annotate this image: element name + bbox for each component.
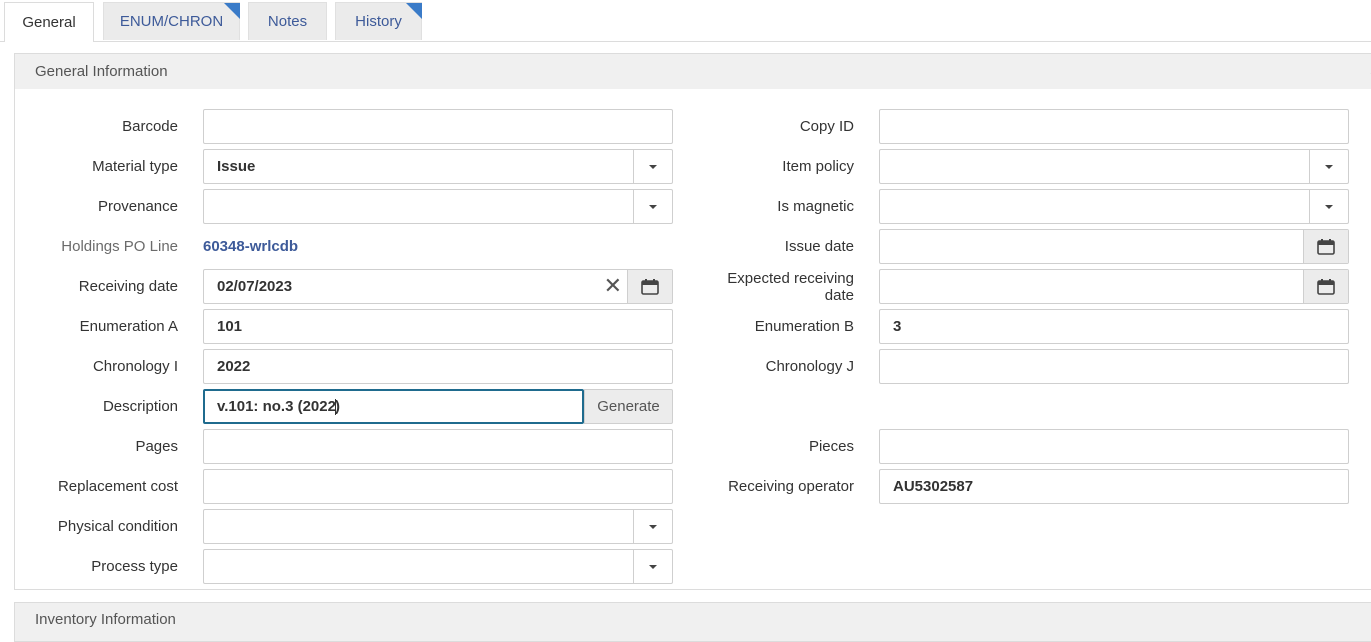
expected-receiving-date-label: Expected receiving date	[727, 269, 854, 304]
flag-corner-icon	[406, 3, 422, 19]
holdings-po-line-label: Holdings PO Line	[61, 238, 178, 255]
dropdown-button[interactable]	[633, 150, 672, 183]
chevron-down-icon	[649, 204, 657, 209]
enumeration-a-value: 101	[217, 318, 243, 335]
tab-general[interactable]: General	[4, 2, 94, 42]
material-type-label: Material type	[92, 158, 178, 175]
tab-label: Notes	[267, 13, 308, 30]
material-type-value: Issue	[217, 158, 256, 175]
inventory-information-panel[interactable]: Inventory Information	[14, 602, 1371, 642]
tab-label: General	[22, 14, 76, 31]
calendar-icon	[1317, 278, 1335, 295]
enumeration-b-value: 3	[893, 318, 902, 335]
pieces-label: Pieces	[808, 438, 854, 455]
physical-condition-select[interactable]	[203, 509, 673, 544]
pieces-input[interactable]	[879, 429, 1349, 464]
pages-label: Pages	[135, 438, 178, 455]
description-input[interactable]: v.101: no.3 (2022)	[203, 389, 584, 424]
issue-date-input[interactable]	[879, 229, 1349, 264]
chevron-down-icon	[649, 524, 657, 529]
receiving-date-input[interactable]: 02/07/2023 ✕	[203, 269, 673, 304]
section-header[interactable]: General Information ⌄	[15, 54, 1371, 89]
is-magnetic-label: Is magnetic	[777, 198, 854, 215]
calendar-button[interactable]	[1303, 270, 1348, 303]
replacement-cost-input[interactable]	[203, 469, 673, 504]
issue-date-label: Issue date	[784, 238, 854, 255]
provenance-label: Provenance	[97, 198, 178, 215]
holdings-po-line-link[interactable]: 60348-wrlcdb	[203, 238, 298, 255]
close-icon[interactable]: ✕	[604, 275, 622, 297]
dropdown-button[interactable]	[1309, 150, 1348, 183]
description-label: Description	[102, 398, 178, 415]
receiving-date-value: 02/07/2023	[217, 278, 293, 295]
receiving-date-label: Receiving date	[78, 278, 178, 295]
expected-receiving-date-input[interactable]	[879, 269, 1349, 304]
dropdown-button[interactable]	[633, 190, 672, 223]
copy-id-label: Copy ID	[799, 118, 854, 135]
process-type-label: Process type	[91, 558, 178, 575]
receiving-operator-value: AU5302587	[893, 478, 974, 495]
chronology-i-input[interactable]: 2022	[203, 349, 673, 384]
barcode-label: Barcode	[122, 118, 178, 135]
enumeration-a-label: Enumeration A	[79, 318, 178, 335]
tab-bar: General ENUM/CHRON Notes History	[0, 0, 1371, 42]
barcode-input[interactable]	[203, 109, 673, 144]
calendar-icon	[641, 278, 659, 295]
chevron-down-icon	[1325, 204, 1333, 209]
calendar-button[interactable]	[1303, 230, 1348, 263]
description-text-end: )	[334, 397, 340, 415]
description-value: v.101: no.3 (2022)	[205, 397, 582, 416]
copy-id-input[interactable]	[879, 109, 1349, 144]
provenance-select[interactable]	[203, 189, 673, 224]
replacement-cost-label: Replacement cost	[57, 478, 178, 495]
dropdown-button[interactable]	[633, 550, 672, 583]
section-title: General Information	[35, 63, 168, 80]
tab-label: History	[355, 13, 402, 30]
item-policy-select[interactable]	[879, 149, 1349, 184]
enumeration-a-input[interactable]: 101	[203, 309, 673, 344]
chevron-down-icon	[649, 164, 657, 169]
material-type-select[interactable]: Issue	[203, 149, 673, 184]
dropdown-button[interactable]	[633, 510, 672, 543]
receiving-operator-input[interactable]: AU5302587	[879, 469, 1349, 504]
receiving-operator-label: Receiving operator	[728, 478, 854, 495]
tab-history[interactable]: History	[335, 2, 422, 40]
process-type-select[interactable]	[203, 549, 673, 584]
enumeration-b-input[interactable]: 3	[879, 309, 1349, 344]
chronology-j-label: Chronology J	[765, 358, 854, 375]
tab-notes[interactable]: Notes	[248, 2, 327, 40]
flag-corner-icon	[224, 3, 240, 19]
pages-input[interactable]	[203, 429, 673, 464]
chevron-down-icon	[649, 564, 657, 569]
chronology-j-input[interactable]	[879, 349, 1349, 384]
tab-enum-chron[interactable]: ENUM/CHRON	[103, 2, 240, 40]
tab-label: ENUM/CHRON	[119, 13, 224, 30]
chronology-i-label: Chronology I	[92, 358, 178, 375]
calendar-icon	[1317, 238, 1335, 255]
chronology-i-value: 2022	[217, 358, 251, 375]
generate-button[interactable]: Generate	[584, 389, 673, 424]
dropdown-button[interactable]	[1309, 190, 1348, 223]
chevron-down-icon	[1325, 164, 1333, 169]
item-policy-label: Item policy	[782, 158, 854, 175]
is-magnetic-select[interactable]	[879, 189, 1349, 224]
enumeration-b-label: Enumeration B	[754, 318, 854, 335]
description-text: v.101: no.3 (2022	[217, 397, 336, 415]
calendar-button[interactable]	[627, 270, 672, 303]
physical-condition-label: Physical condition	[57, 518, 178, 535]
